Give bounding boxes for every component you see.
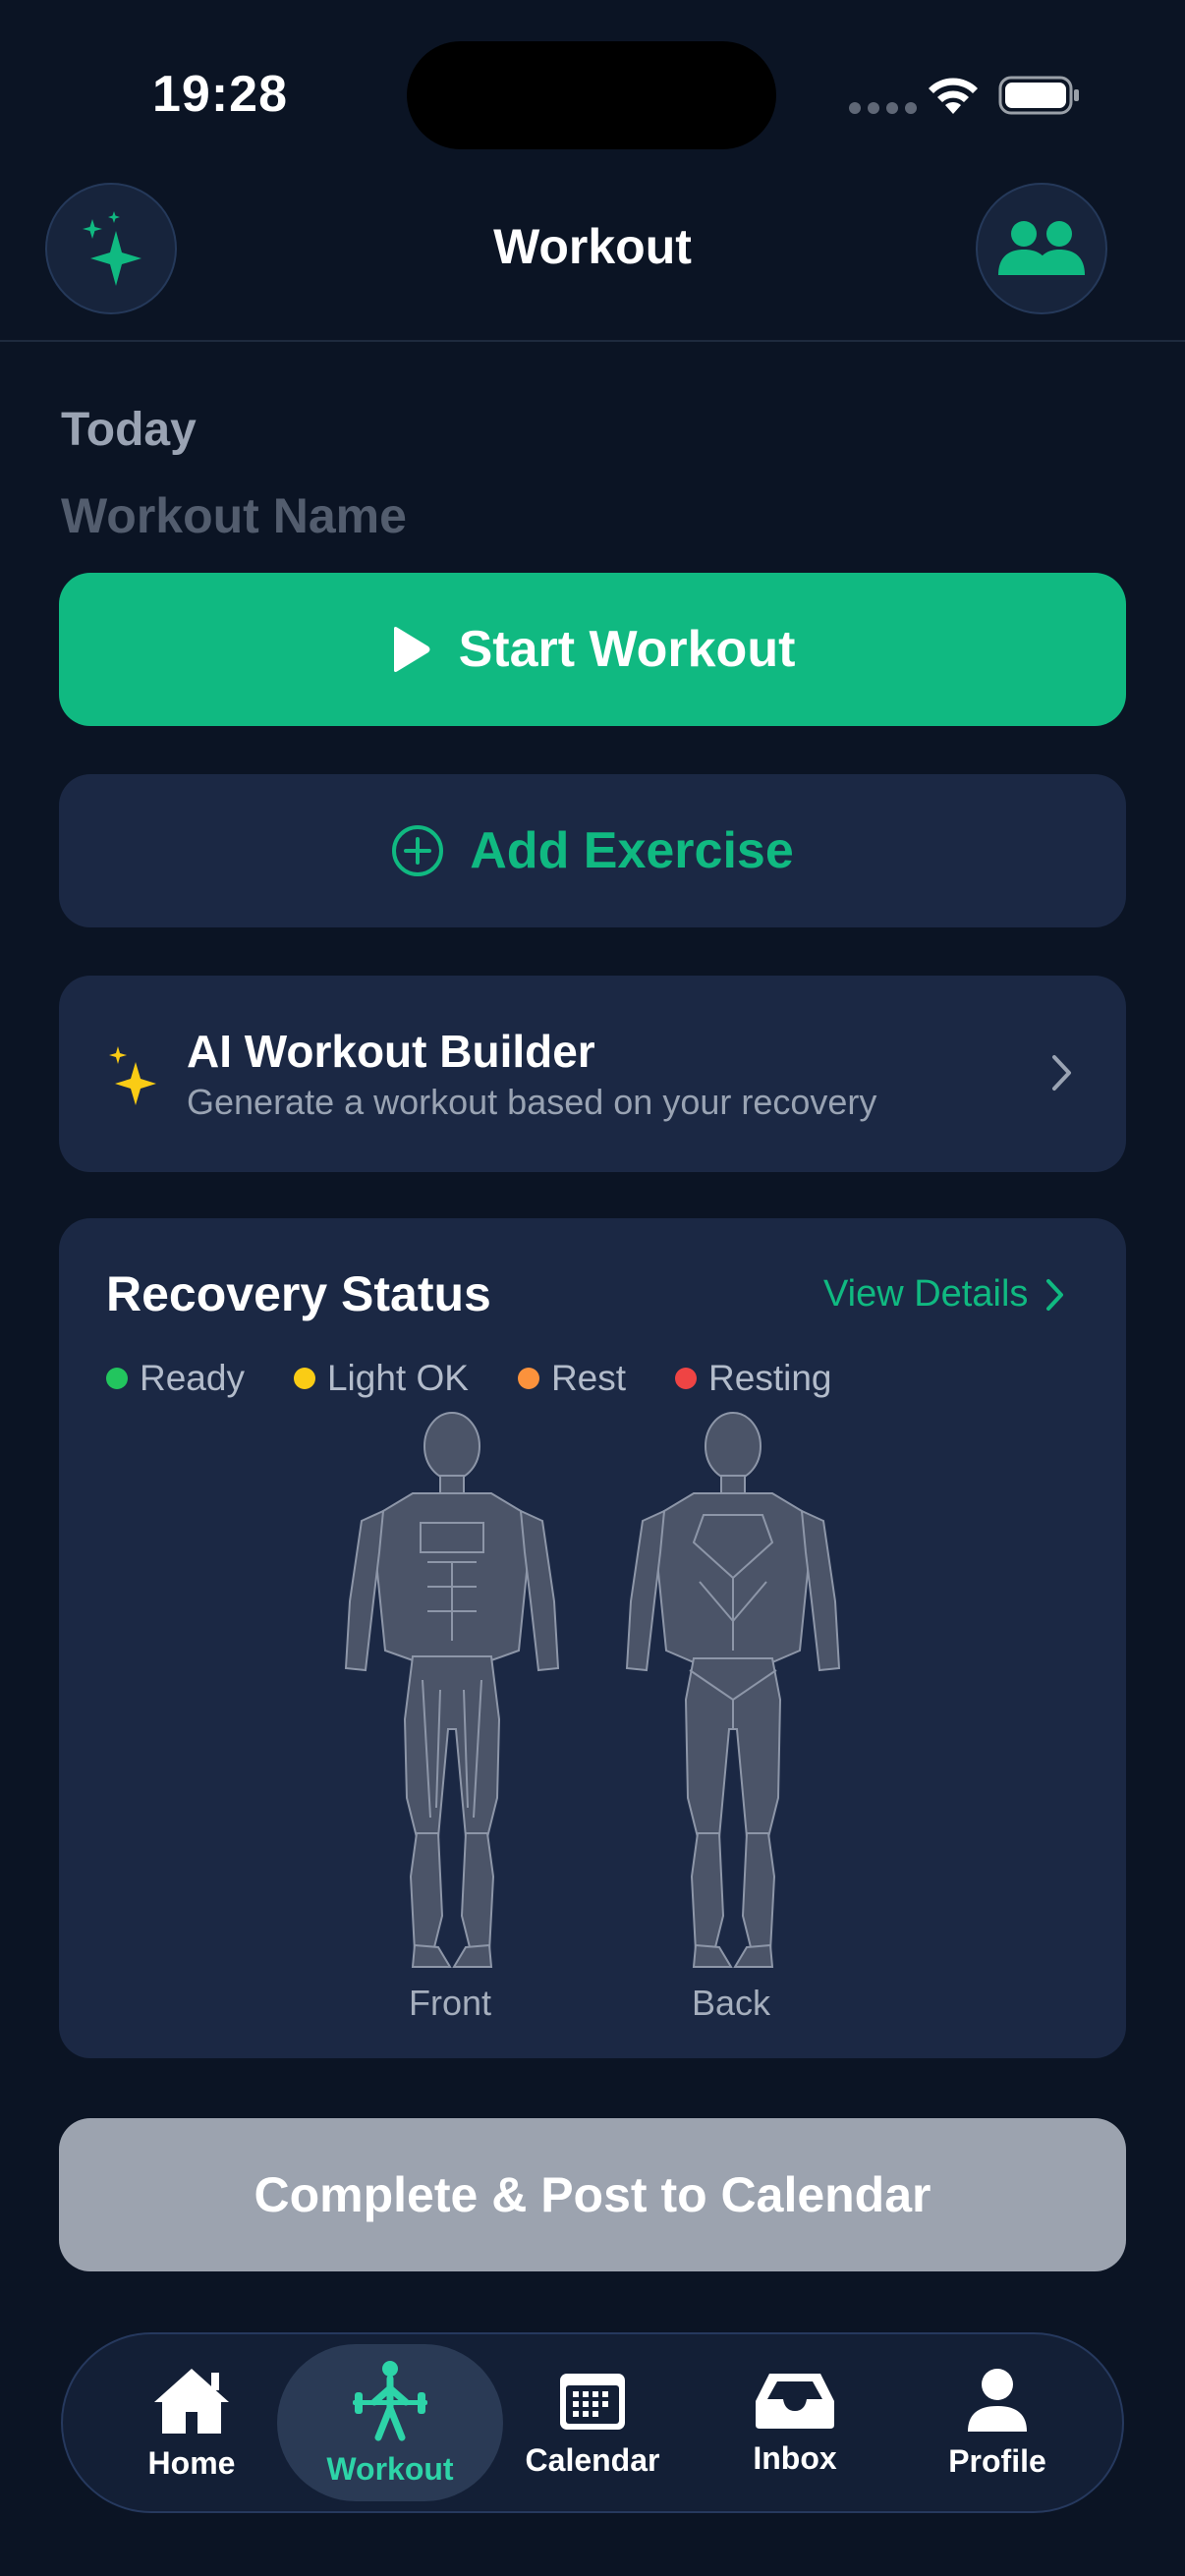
legend-item-ready: Ready [106,1358,245,1399]
dynamic-island [407,41,776,149]
cellular-signal-icon [849,102,917,114]
rest-dot [517,1368,539,1389]
home-icon [154,2368,229,2434]
tab-label: Calendar [525,2441,660,2478]
friends-button[interactable] [976,183,1107,314]
view-details-link[interactable]: View Details [823,1273,1065,1316]
legend-label: Ready [140,1358,245,1398]
plus-circle-icon [392,825,444,876]
calendar-icon [560,2373,625,2430]
tab-label: Profile [948,2442,1046,2479]
navigation-header: Workout [0,167,1185,342]
barbell-icon [353,2360,427,2440]
legend-label: Light OK [326,1358,469,1398]
chevron-right-icon [1052,1055,1071,1091]
light-ok-dot [293,1368,315,1389]
start-workout-label: Start Workout [458,621,796,678]
add-exercise-button[interactable]: Add Exercise [59,774,1126,927]
ai-builder-subtitle: Generate a workout based on your recover… [187,1082,877,1122]
recovery-legend: Ready Light OK Rest Resting [106,1358,831,1399]
inbox-icon [756,2373,834,2429]
complete-post-button[interactable]: Complete & Post to Calendar [59,2118,1126,2271]
status-bar: 19:28 [0,0,1185,167]
body-back[interactable] [625,1412,841,1968]
sparkles-icon [109,1046,156,1105]
legend-item-rest: Rest [517,1358,627,1399]
back-view-label: Back [692,1983,771,2023]
ready-dot [106,1368,128,1389]
muscle-body-map [344,1412,841,1968]
ai-workout-builder-card[interactable]: AI Workout Builder Generate a workout ba… [59,976,1126,1172]
legend-label: Rest [550,1358,627,1398]
users-icon [998,221,1085,275]
front-view-label: Front [409,1983,492,2023]
resting-dot [675,1368,698,1389]
workout-name-field[interactable]: Workout Name [61,487,407,544]
workout-date-label: Today [61,404,197,456]
status-time: 19:28 [152,66,288,123]
profile-icon [968,2368,1027,2432]
wifi-icon [929,78,978,114]
recovery-title: Recovery Status [106,1266,491,1321]
legend-item-resting: Resting [675,1358,831,1399]
recovery-status-card: Recovery Status View Details Ready Light… [59,1218,1126,2058]
tab-inbox[interactable]: Inbox [682,2344,908,2501]
view-details-label: View Details [823,1273,1029,1315]
tab-label: Inbox [753,2439,837,2476]
tab-profile[interactable]: Profile [884,2344,1110,2501]
tab-home[interactable]: Home [79,2344,305,2501]
tab-bar: Home Workout Calendar Inbox Profile [61,2332,1124,2513]
tab-label: Home [147,2444,236,2481]
legend-item-light-ok: Light OK [293,1358,469,1399]
tab-calendar[interactable]: Calendar [480,2344,705,2501]
chevron-right-icon [1046,1278,1064,1311]
tab-workout[interactable]: Workout [277,2344,503,2501]
legend-label: Resting [708,1358,832,1398]
add-exercise-label: Add Exercise [470,822,794,879]
complete-post-label: Complete & Post to Calendar [254,2167,931,2222]
body-front[interactable] [344,1412,560,1968]
tab-label: Workout [326,2450,454,2487]
battery-icon [998,76,1079,115]
play-icon [393,627,430,672]
start-workout-button[interactable]: Start Workout [59,573,1126,726]
ai-builder-title: AI Workout Builder [187,1026,595,1077]
